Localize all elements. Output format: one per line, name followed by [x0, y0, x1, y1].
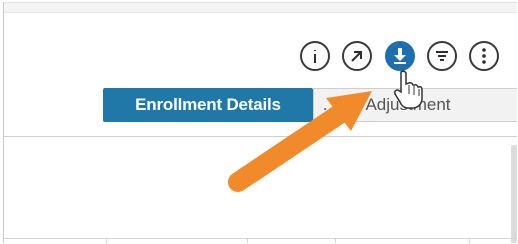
- tab-manual-adjustment-label: …ual Adjustment: [322, 95, 451, 114]
- download-button[interactable]: [385, 41, 415, 71]
- panel-divider: [4, 136, 517, 137]
- arrow-up-right-icon: [351, 51, 362, 62]
- table-column-divider: [335, 238, 336, 243]
- tab-manual-adjustment[interactable]: …ual Adjustment: [313, 88, 517, 122]
- app-frame: Enrollment Details …ual Adjustment: [3, 2, 517, 243]
- vertical-dots-icon: [482, 48, 486, 64]
- more-options-button[interactable]: [469, 41, 499, 71]
- tab-enrollment-details-label: Enrollment Details: [135, 95, 281, 114]
- vertical-scrollbar[interactable]: [511, 145, 517, 243]
- info-icon: [314, 50, 316, 63]
- filter-icon: [436, 51, 448, 61]
- filter-button[interactable]: [427, 41, 457, 71]
- info-button[interactable]: [300, 41, 330, 71]
- table-column-divider: [469, 238, 470, 243]
- download-icon: [394, 48, 406, 64]
- tab-enrollment-details[interactable]: Enrollment Details: [103, 88, 313, 122]
- table-header-line: [4, 238, 517, 239]
- table-column-divider: [247, 238, 248, 243]
- top-strip: [4, 3, 517, 13]
- open-external-button[interactable]: [342, 41, 372, 71]
- table-column-divider: [106, 238, 107, 243]
